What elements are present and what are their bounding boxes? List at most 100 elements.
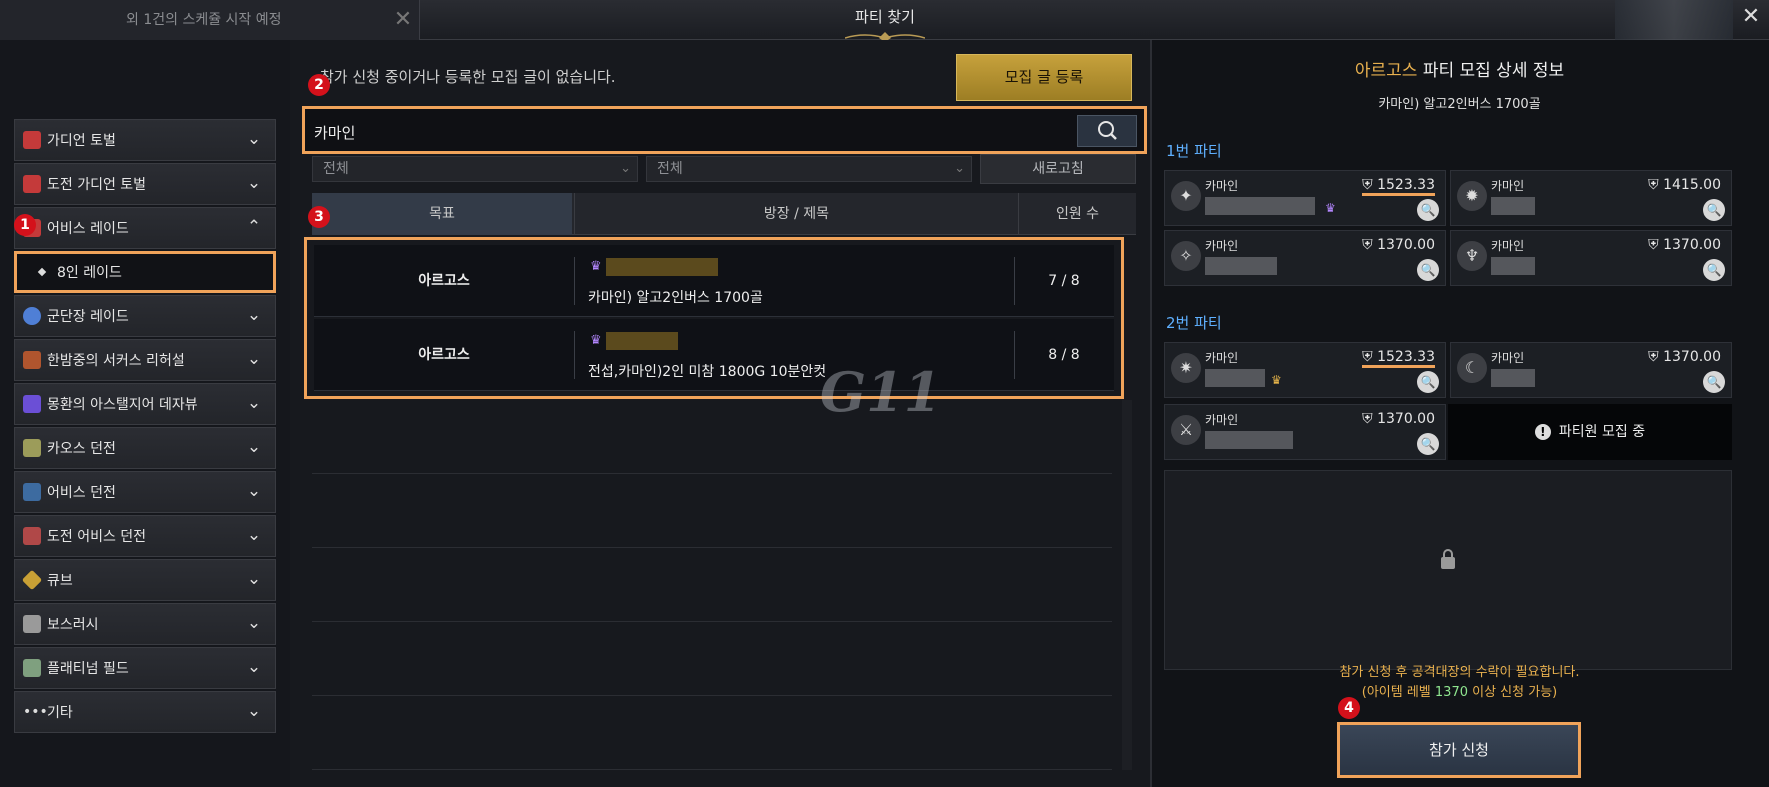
sidebar-item-challenge-guardian[interactable]: 도전 가디언 토벌 ⌄ — [14, 163, 276, 205]
sidebar-item-challenge-abyss-dungeon[interactable]: 도전 어비스 던전 ⌄ — [14, 515, 276, 557]
member-server: 카마인 — [1205, 179, 1239, 193]
chevron-down-icon[interactable]: ⌄ — [243, 128, 265, 150]
member-name-blurred — [1491, 369, 1535, 387]
class-icon: ✦ — [1171, 181, 1201, 211]
member-item-level: ⛨ 1370.00 — [1362, 237, 1435, 253]
sidebar-item-guardian[interactable]: 가디언 토벌 ⌄ — [14, 119, 276, 161]
party-member-slot[interactable]: ⚔ 카마인 ⛨ 1370.00 🔍 — [1164, 404, 1446, 460]
party-member-slot[interactable]: ✧ 카마인 ⛨ 1370.00 🔍 — [1164, 230, 1446, 286]
inspect-icon[interactable]: 🔍 — [1417, 433, 1439, 455]
member-server: 카마인 — [1491, 351, 1525, 365]
ilvl-value: 1370.00 — [1377, 411, 1435, 427]
title-bar-decoration — [1615, 0, 1733, 40]
crown-icon: ♛ — [1271, 373, 1282, 387]
chevron-down-icon[interactable]: ⌄ — [243, 568, 265, 590]
search-button[interactable] — [1077, 115, 1137, 147]
annotation-marker: 4 — [1338, 697, 1360, 719]
class-icon: ☾ — [1457, 353, 1487, 383]
background-schedule-tab[interactable]: 외 1건의 스케쥴 시작 예정 — [0, 0, 420, 40]
watermark: G11 — [820, 360, 942, 424]
sidebar-item-label: 플래티넘 필드 — [47, 661, 129, 677]
chevron-up-icon[interactable]: ⌃ — [243, 216, 265, 238]
sidebar-item-platinum-field[interactable]: 플래티넘 필드 ⌄ — [14, 647, 276, 689]
detail-title-rest: 파티 모집 상세 정보 — [1422, 61, 1565, 81]
filter-select-2[interactable]: 전체 ⌄ — [646, 156, 972, 182]
party-2-label: 2번 파티 — [1166, 314, 1222, 332]
chevron-down-icon[interactable]: ⌄ — [243, 612, 265, 634]
detail-title: 아르고스 파티 모집 상세 정보 — [1150, 56, 1769, 81]
guardian-icon — [23, 131, 41, 149]
chaos-dungeon-icon — [23, 439, 41, 457]
inspect-icon[interactable]: 🔍 — [1417, 371, 1439, 393]
filter-select-1[interactable]: 전체 ⌄ — [312, 156, 638, 182]
empty-row — [312, 624, 1112, 696]
inspect-icon[interactable]: 🔍 — [1703, 259, 1725, 281]
chevron-down-icon[interactable]: ⌄ — [243, 348, 265, 370]
chevron-down-icon[interactable]: ⌄ — [243, 172, 265, 194]
sidebar-item-boss-rush[interactable]: 보스러시 ⌄ — [14, 603, 276, 645]
sidebar-item-etc[interactable]: ••• 기타 ⌄ — [14, 691, 276, 733]
sidebar-item-circus[interactable]: 한밤중의 서커스 리허설 ⌄ — [14, 339, 276, 381]
party-member-slot[interactable]: ♆ 카마인 ⛨ 1370.00 🔍 — [1450, 230, 1732, 286]
inspect-icon[interactable]: 🔍 — [1703, 199, 1725, 221]
inspect-icon[interactable]: 🔍 — [1703, 371, 1725, 393]
search-input[interactable] — [314, 118, 1072, 146]
recruiting-label: 파티원 모집 중 — [1558, 424, 1646, 440]
sidebar-item-abyss-raid[interactable]: 어비스 레이드 ⌃ — [14, 207, 276, 249]
chevron-down-icon[interactable]: ⌄ — [243, 656, 265, 678]
member-name-blurred — [1491, 257, 1535, 275]
chevron-down-icon[interactable]: ⌄ — [243, 524, 265, 546]
chevron-down-icon[interactable]: ⌄ — [243, 480, 265, 502]
member-name-blurred — [1491, 197, 1535, 215]
sidebar-subitem-8-raid[interactable]: 8인 레이드 — [14, 251, 276, 293]
sidebar-item-chaos-dungeon[interactable]: 카오스 던전 ⌄ — [14, 427, 276, 469]
sidebar-item-label: 카오스 던전 — [47, 441, 116, 457]
inspect-icon[interactable]: 🔍 — [1417, 199, 1439, 221]
abyss-dungeon-icon — [23, 483, 41, 501]
member-name-blurred — [1205, 431, 1293, 449]
annotation-marker: 3 — [308, 206, 330, 228]
register-post-button[interactable]: 모집 글 등록 — [956, 54, 1132, 101]
sidebar-item-legion-raid[interactable]: 군단장 레이드 ⌄ — [14, 295, 276, 337]
column-header-goal[interactable]: 목표 — [312, 193, 572, 235]
chevron-down-icon[interactable]: ⌄ — [243, 436, 265, 458]
filter-select-2-value: 전체 — [657, 161, 683, 177]
chevron-down-icon[interactable]: ⌄ — [243, 304, 265, 326]
guardian-icon — [23, 175, 41, 193]
chevron-down-icon: ⌄ — [954, 161, 965, 176]
sidebar-item-cube[interactable]: 큐브 ⌄ — [14, 559, 276, 601]
close-icon[interactable]: ✕ — [1733, 0, 1769, 34]
inspect-icon[interactable]: 🔍 — [1417, 259, 1439, 281]
challenge-abyss-icon — [23, 527, 41, 545]
chevron-down-icon[interactable]: ⌄ — [243, 700, 265, 722]
sidebar-item-dejavu[interactable]: 몽환의 아스탤지어 데자뷰 ⌄ — [14, 383, 276, 425]
chevron-down-icon: ⌄ — [620, 161, 631, 176]
background-tab-close-icon[interactable]: ✕ — [386, 0, 420, 40]
ilvl-value: 1523.33 — [1377, 177, 1435, 193]
sidebar-item-abyss-dungeon[interactable]: 어비스 던전 ⌄ — [14, 471, 276, 513]
bullet-icon — [37, 267, 47, 277]
boss-rush-icon — [23, 615, 41, 633]
party-member-slot[interactable]: ✷ 카마인 ♛ ⛨ 1523.33 🔍 — [1164, 342, 1446, 398]
sidebar-item-label: 보스러시 — [47, 617, 99, 633]
member-item-level: ⛨ 1370.00 — [1362, 411, 1435, 427]
member-name-blurred — [1205, 369, 1265, 387]
sidebar-item-label: 도전 어비스 던전 — [47, 529, 147, 545]
ilvl-value: 1523.33 — [1377, 349, 1435, 365]
sidebar-item-label: 도전 가디언 토벌 — [47, 177, 147, 193]
join-request-button[interactable]: 참가 신청 — [1337, 722, 1581, 778]
notice-pre: (아이템 레벨 — [1361, 685, 1435, 700]
party-member-slot[interactable]: ☾ 카마인 ⛨ 1370.00 🔍 — [1450, 342, 1732, 398]
chevron-down-icon[interactable]: ⌄ — [243, 392, 265, 414]
refresh-button[interactable]: 새로고침 — [980, 154, 1136, 184]
member-item-level: ⛨ 1415.00 — [1648, 177, 1721, 193]
party-member-slot[interactable]: ✦ 카마인 ♛ ⛨ 1523.33 🔍 — [1164, 170, 1446, 226]
member-server: 카마인 — [1205, 351, 1239, 365]
empty-row — [312, 698, 1112, 770]
member-server: 카마인 — [1205, 239, 1239, 253]
party-member-slot[interactable]: ✹ 카마인 ⛨ 1415.00 🔍 — [1450, 170, 1732, 226]
list-scrollbar[interactable] — [1122, 400, 1132, 770]
ilvl-value: 1370.00 — [1663, 237, 1721, 253]
more-dots-icon: ••• — [23, 704, 48, 720]
member-item-level: ⛨ 1523.33 — [1362, 349, 1435, 368]
